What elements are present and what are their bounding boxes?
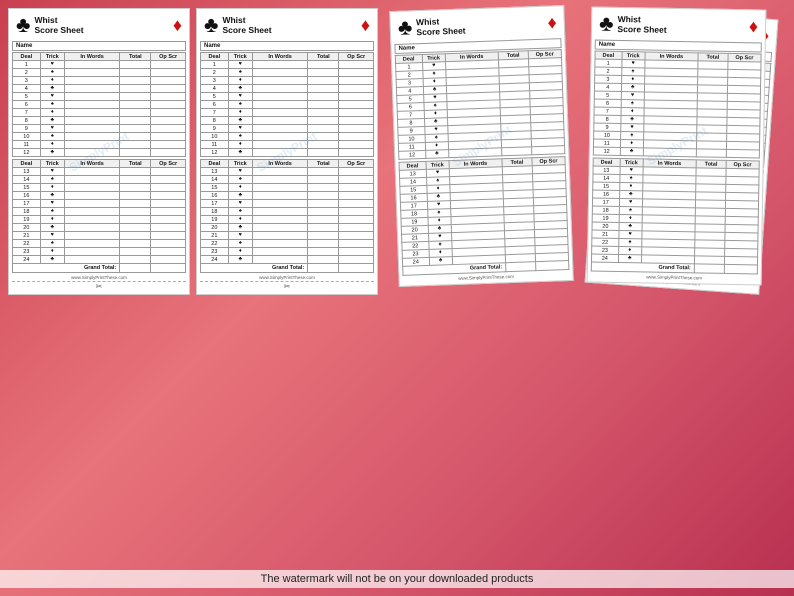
table-row: 19 ♦ [201, 216, 374, 224]
sheet-title-2: Whist Score Sheet [222, 15, 271, 35]
diamond-icon: ♦ [173, 16, 182, 34]
table-row: 16 ♣ [201, 192, 374, 200]
club-icon-2: ♣ [204, 14, 218, 36]
scissors-2: ✂ [200, 281, 374, 291]
score-table-top-fr1: Deal Trick In Words Total Op Scr 1 ♥ 2 ♠ [394, 49, 565, 160]
table-row: 22 ♠ [13, 240, 186, 248]
score-sheet-2: SimplyPrint ♣ Whist Score Sheet ♦ Name D… [196, 8, 378, 295]
scissors-1: ✂ [12, 281, 186, 291]
table-row: 18 ♠ [13, 208, 186, 216]
table-row: 7 ♦ [201, 109, 374, 117]
table-row: 20 ♣ [201, 224, 374, 232]
table-row: 21 ♥ [201, 232, 374, 240]
table-row: 16 ♣ [13, 192, 186, 200]
table-row: 3 ♦ [201, 77, 374, 85]
diamond-icon-fr2: ♦ [748, 17, 758, 35]
table-row: 24 ♣ [201, 256, 374, 264]
sheet-title-1: Whist Score Sheet [34, 15, 83, 35]
table-row: 7 ♦ [13, 109, 186, 117]
table-row: 10 ♠ [13, 133, 186, 141]
table-row: 22 ♠ [201, 240, 374, 248]
table-row: 15 ♦ [13, 184, 186, 192]
table-row: 12 ♣ [13, 149, 186, 157]
table-row: 5 ♥ [13, 93, 186, 101]
table-row: 3 ♦ [13, 77, 186, 85]
score-sheet-front-right-2: SimplyPrint ♣ Whist Score Sheet ♦ Name D… [586, 6, 766, 285]
table-row: 9 ♥ [201, 125, 374, 133]
name-row: Name [12, 41, 186, 51]
club-icon-fr2: ♣ [598, 13, 613, 35]
table-row: 23 ♦ [201, 248, 374, 256]
score-table-bot-1: Deal Trick In Words Total Op Scr 13 ♥ 14… [12, 159, 186, 273]
table-row: 21 ♥ [13, 232, 186, 240]
table-row: 18 ♠ [201, 208, 374, 216]
diamond-icon-fr1: ♦ [547, 13, 557, 31]
table-row: 11 ♦ [201, 141, 374, 149]
table-row: 12 ♣ [201, 149, 374, 157]
table-row: 13 ♥ [201, 168, 374, 176]
club-icon: ♣ [16, 14, 30, 36]
table-row: 23 ♦ [13, 248, 186, 256]
sheet-header-fr2: ♣ Whist Score Sheet ♦ [594, 11, 761, 40]
table-row: 6 ♠ [13, 101, 186, 109]
table-row: 13 ♥ [13, 168, 186, 176]
table-row: 17 ♥ [13, 200, 186, 208]
sheet-header-fr1: ♣ Whist Score Sheet ♦ [393, 9, 561, 41]
table-row: 17 ♥ [201, 200, 374, 208]
table-row: 4 ♣ [13, 85, 186, 93]
table-row: 24 ♣ [13, 256, 186, 264]
score-table-bot-2: Deal Trick In Words Total Op Scr 13 ♥ 14… [200, 159, 374, 273]
score-sheet-front-right-1: SimplyPrint ♣ Whist Score Sheet ♦ Name D… [389, 5, 574, 287]
grand-total-row-2: Grand Total: [201, 264, 374, 273]
table-row: 14 ♠ [13, 176, 186, 184]
table-row: 12 ♣ [593, 147, 759, 158]
club-icon-fr1: ♣ [397, 16, 412, 38]
bottom-text: The watermark will not be on your downlo… [0, 570, 794, 588]
score-table-top-1: Deal Trick In Words Total Op Scr 1 ♥ 2 ♠ [12, 52, 186, 157]
table-row: 2 ♠ [13, 69, 186, 77]
score-table-top-2: Deal Trick In Words Total Op Scr 1 ♥ 2 ♠ [200, 52, 374, 157]
table-row: 11 ♦ [13, 141, 186, 149]
table-row: 14 ♠ [201, 176, 374, 184]
sheet-header-2: ♣ Whist Score Sheet ♦ [200, 12, 374, 38]
table-row: 5 ♥ [201, 93, 374, 101]
table-row: 9 ♥ [13, 125, 186, 133]
table-row: 1 ♥ [201, 61, 374, 69]
table-row: 19 ♦ [13, 216, 186, 224]
name-row-2: Name [200, 41, 374, 51]
website-1: www.SimplyPrintThese.com [12, 275, 186, 280]
table-row: 1 ♥ [13, 61, 186, 69]
sheet-title-fr1: Whist Score Sheet [415, 15, 465, 37]
table-row: 15 ♦ [201, 184, 374, 192]
diamond-icon-2: ♦ [361, 16, 370, 34]
right-group: ♣ Whist Score Sheet ♦ Name Deal Trick In… [394, 8, 786, 558]
table-row: 6 ♠ [201, 101, 374, 109]
table-row: 20 ♣ [13, 224, 186, 232]
website-2: www.SimplyPrintThese.com [200, 275, 374, 280]
table-row: 4 ♣ [201, 85, 374, 93]
score-table-top-fr2: Deal Trick In Words Total Op Scr 1 ♥ 2 ♠ [592, 51, 761, 159]
sheet-header-1: ♣ Whist Score Sheet ♦ [12, 12, 186, 38]
sheet-title-fr2: Whist Score Sheet [617, 14, 666, 35]
score-sheet-1: SimplyPrint ♣ Whist Score Sheet ♦ Name D… [8, 8, 190, 295]
grand-total-row: Grand Total: [13, 264, 186, 273]
table-row: 10 ♠ [201, 133, 374, 141]
table-row: 8 ♣ [13, 117, 186, 125]
table-row: 8 ♣ [201, 117, 374, 125]
table-row: 2 ♠ [201, 69, 374, 77]
